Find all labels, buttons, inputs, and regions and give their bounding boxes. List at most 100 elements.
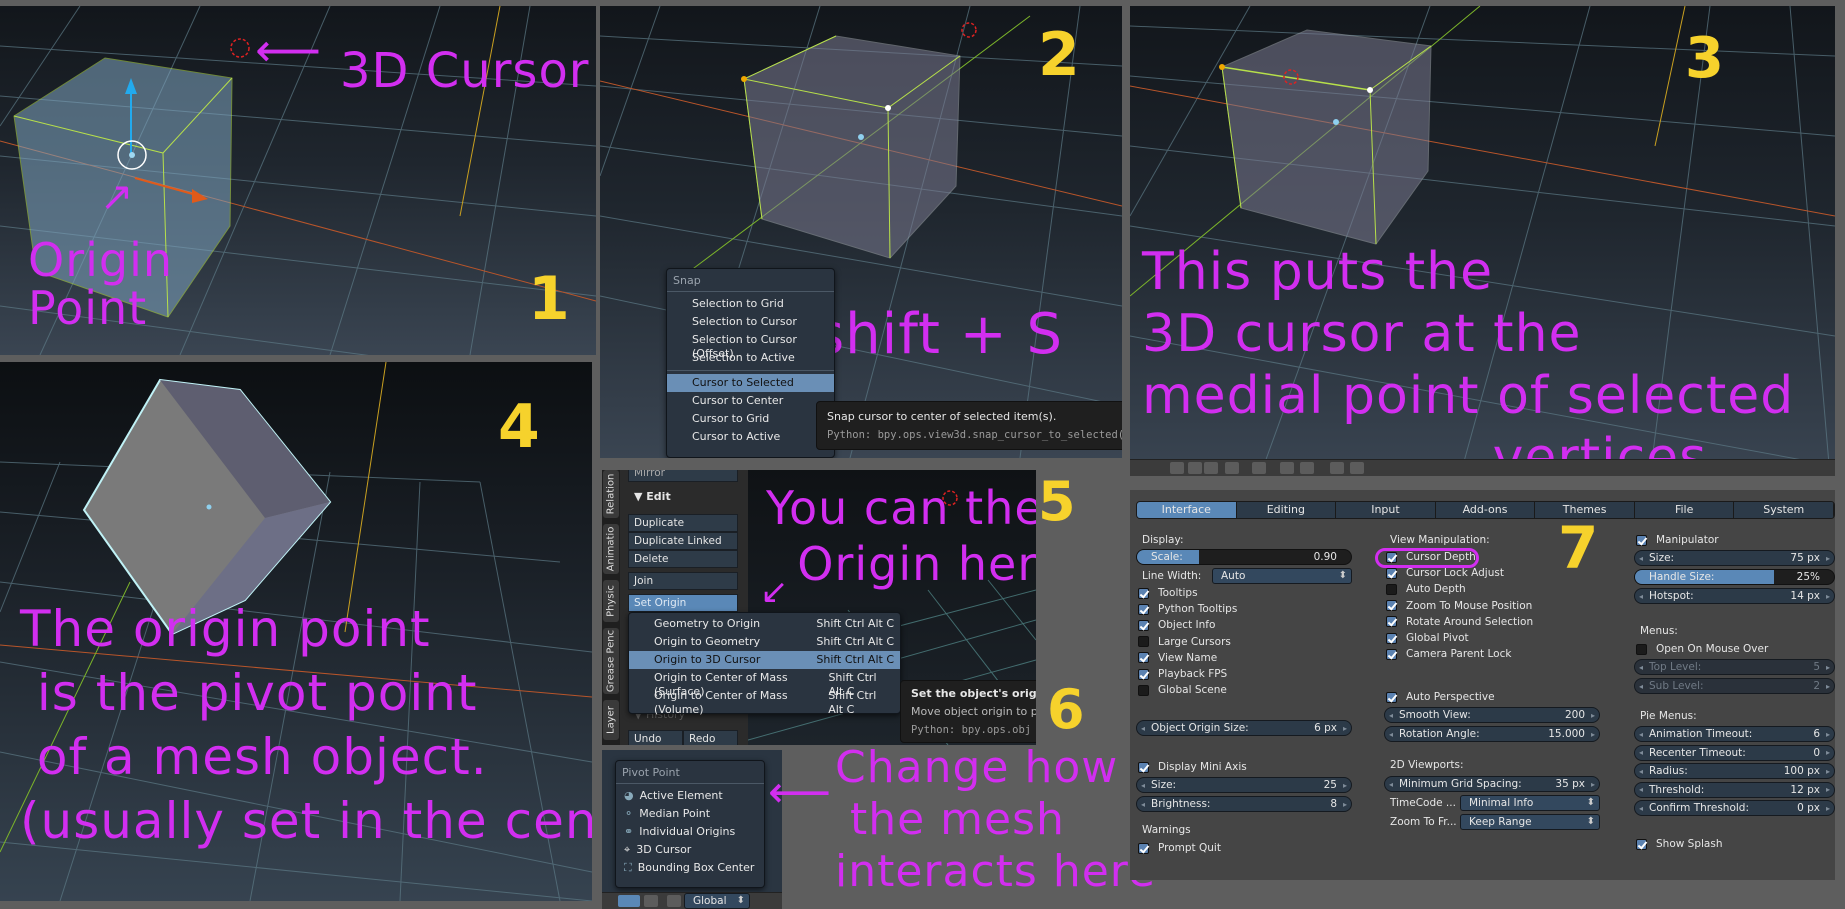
tab-animation[interactable]: Animatio <box>603 524 619 574</box>
checkbox-box <box>1636 534 1647 546</box>
menu-item-selection-to-cursor-offset[interactable]: Selection to Cursor (Offset) <box>667 331 834 360</box>
checkbox-python-tooltips[interactable]: Python Tooltips <box>1138 603 1237 615</box>
menu-item-geometry-to-origin[interactable]: Geometry to Origin Shift Ctrl Alt C <box>629 615 900 633</box>
tab-file[interactable]: File <box>1634 502 1735 518</box>
checkbox-display-mini-axis[interactable]: Display Mini Axis <box>1138 761 1247 773</box>
pie-field-recenter-timeout[interactable]: Recenter Timeout: 0 <box>1634 744 1835 761</box>
menu-item-origin-to-geometry[interactable]: Origin to Geometry Shift Ctrl Alt C <box>629 633 900 651</box>
viewport-panel-4[interactable]: 4 The origin point is the pivot point of… <box>0 362 592 901</box>
checkbox-prompt-quit[interactable]: Prompt Quit <box>1138 842 1221 854</box>
menu-item-origin-to-center-of-mass-volume[interactable]: Origin to Center of Mass (Volume) Shift C… <box>629 687 900 716</box>
pivot-icon[interactable] <box>1225 462 1239 474</box>
proportional-icon[interactable] <box>1252 462 1266 474</box>
menu-item-3d-cursor[interactable]: ⌖ 3D Cursor <box>616 841 764 859</box>
checkbox-playback-fps[interactable]: Playback FPS <box>1138 668 1227 680</box>
tab-system[interactable]: System <box>1734 502 1834 518</box>
field-value: 6 px <box>1314 722 1337 734</box>
hotspot-field[interactable]: Hotspot: 14 px <box>1634 588 1835 604</box>
solid-icon[interactable] <box>1188 462 1202 474</box>
tab-input[interactable]: Input <box>1336 502 1436 518</box>
transform-orientation-icon[interactable] <box>667 895 681 907</box>
rotation-angle-field[interactable]: Rotation Angle: 15.000 <box>1384 726 1600 742</box>
checkbox-label: Object Info <box>1158 619 1216 632</box>
menu-item-cursor-to-selected[interactable]: Cursor to Selected <box>667 374 834 392</box>
menu-item-selection-to-grid[interactable]: Selection to Grid <box>667 295 834 313</box>
viewport-panel-1[interactable]: 3D Cursor ⟵ Origin Point ↗ 1 <box>0 6 596 355</box>
checkbox-cursor-lock-adjust[interactable]: Cursor Lock Adjust <box>1386 567 1504 579</box>
shading-icon[interactable] <box>1170 462 1184 474</box>
checkbox-auto-depth[interactable]: Auto Depth <box>1386 583 1466 595</box>
menu-item-origin-to-center-of-mass-surface[interactable]: Origin to Center of Mass (Surface) Shift … <box>629 669 900 698</box>
pivot-point-button[interactable] <box>618 895 640 907</box>
undo-button[interactable]: Undo <box>628 730 683 745</box>
orientation-select[interactable]: Global <box>684 893 750 909</box>
tab-layer[interactable]: Layer <box>603 700 619 740</box>
render-icon[interactable] <box>1330 462 1344 474</box>
join-button[interactable]: Join <box>628 572 738 590</box>
scale-slider[interactable]: Scale: 0.90 <box>1136 549 1352 565</box>
checkbox-show-splash[interactable]: Show Splash <box>1636 838 1722 850</box>
tab-addons[interactable]: Add-ons <box>1435 502 1536 518</box>
duplicate-linked-button[interactable]: Duplicate Linked <box>628 532 738 550</box>
pie-field-radius[interactable]: Radius: 100 px <box>1634 763 1835 779</box>
pie-field-confirm-threshold[interactable]: Confirm Threshold: 0 px <box>1634 800 1835 816</box>
checkbox-global-pivot[interactable]: Global Pivot <box>1386 632 1469 644</box>
menu-item-cursor-to-center[interactable]: Cursor to Center <box>667 392 834 410</box>
checkbox-view-name[interactable]: View Name <box>1138 652 1217 664</box>
pie-field-threshold[interactable]: Threshold: 12 px <box>1634 781 1835 798</box>
redo-button[interactable]: Redo <box>683 730 738 745</box>
menu-item-bounding-box-center[interactable]: ⛶ Bounding Box Center <box>616 859 764 877</box>
checkbox-zoom-to-mouse-position[interactable]: Zoom To Mouse Position <box>1386 600 1532 612</box>
checkbox-box <box>1636 838 1647 850</box>
checkbox-object-info[interactable]: Object Info <box>1138 619 1215 631</box>
manipulator-size-field[interactable]: Size: 75 px <box>1634 550 1835 566</box>
checkbox-rotate-around-selection[interactable]: Rotate Around Selection <box>1386 616 1533 628</box>
edit-panel-header[interactable]: ▼ Edit <box>634 490 671 503</box>
field-label: Rotation Angle: <box>1399 728 1480 740</box>
smooth-view-field[interactable]: Smooth View: 200 <box>1384 707 1600 723</box>
delete-button[interactable]: Delete <box>628 550 738 568</box>
menu-item-origin-to-3d-cursor[interactable]: Origin to 3D Cursor Shift Ctrl Alt C <box>629 651 900 669</box>
menu-item-cursor-to-grid[interactable]: Cursor to Grid <box>667 410 834 428</box>
viewport-panel-6[interactable]: Pivot Point ◕ Active Element ⚬ Median Poin… <box>602 750 782 909</box>
handle-size-slider[interactable]: Handle Size: 25% <box>1634 569 1835 585</box>
checkbox-global-scene[interactable]: Global Scene <box>1138 684 1227 696</box>
manipulator-toggle-icon[interactable] <box>644 895 658 907</box>
tab-grease-pencil[interactable]: Grease Penc <box>603 628 619 694</box>
snap-target-icon[interactable] <box>1300 462 1314 474</box>
tab-editing[interactable]: Editing <box>1236 502 1337 518</box>
checkbox-camera-parent-lock[interactable]: Camera Parent Lock <box>1386 648 1511 660</box>
texture-icon[interactable] <box>1204 462 1218 474</box>
timecode-select[interactable]: Minimal Info <box>1460 795 1600 811</box>
set-origin-dropdown[interactable]: Set Origin <box>628 594 738 612</box>
menu-item-cursor-to-active[interactable]: Cursor to Active <box>667 428 834 446</box>
menu-item-median-point[interactable]: ⚬ Median Point <box>616 805 764 823</box>
checkbox-auto-perspective[interactable]: Auto Perspective <box>1386 691 1495 703</box>
tab-relation[interactable]: Relation <box>603 470 619 518</box>
pie-field-animation-timeout[interactable]: Animation Timeout: 6 <box>1634 726 1835 742</box>
duplicate-button[interactable]: Duplicate <box>628 514 738 532</box>
checkbox-label: Auto Depth <box>1406 583 1466 596</box>
checkbox-open-on-mouse-over[interactable]: Open On Mouse Over <box>1636 643 1768 655</box>
tab-physics[interactable]: Physic <box>603 580 619 622</box>
checkbox-manipulator[interactable]: Manipulator <box>1636 534 1719 546</box>
viewport-panel-2[interactable]: 2 shift + S ↙ Snap Selection to Grid Sel… <box>600 6 1122 458</box>
menu-item-active-element[interactable]: ◕ Active Element <box>616 787 764 805</box>
checkbox-large-cursors[interactable]: Large Cursors <box>1138 636 1231 648</box>
menu-item-selection-to-cursor[interactable]: Selection to Cursor <box>667 313 834 331</box>
line-width-select[interactable]: Auto <box>1212 568 1352 584</box>
tab-interface[interactable]: Interface <box>1137 502 1237 518</box>
min-grid-spacing-field[interactable]: Minimum Grid Spacing: 35 px <box>1384 776 1600 792</box>
menu-item-individual-origins[interactable]: ⚭ Individual Origins <box>616 823 764 841</box>
snap-icon[interactable] <box>1280 462 1294 474</box>
menu-item-selection-to-active[interactable]: Selection to Active <box>667 349 834 367</box>
anim-icon[interactable] <box>1350 462 1364 474</box>
object-origin-size-field[interactable]: Object Origin Size: 6 px <box>1136 720 1352 736</box>
checkbox-tooltips[interactable]: Tooltips <box>1138 587 1198 599</box>
cursor-icon: ⌖ <box>624 843 631 856</box>
mini-axis-size-field[interactable]: Size: 25 <box>1136 777 1352 793</box>
mini-axis-brightness-field[interactable]: Brightness: 8 <box>1136 796 1352 812</box>
viewport-panel-3[interactable]: 3 This puts the 3D cursor at the medial … <box>1130 6 1835 476</box>
zoom-to-frame-select[interactable]: Keep Range <box>1460 814 1600 830</box>
mirror-button[interactable]: Mirror <box>628 470 738 482</box>
